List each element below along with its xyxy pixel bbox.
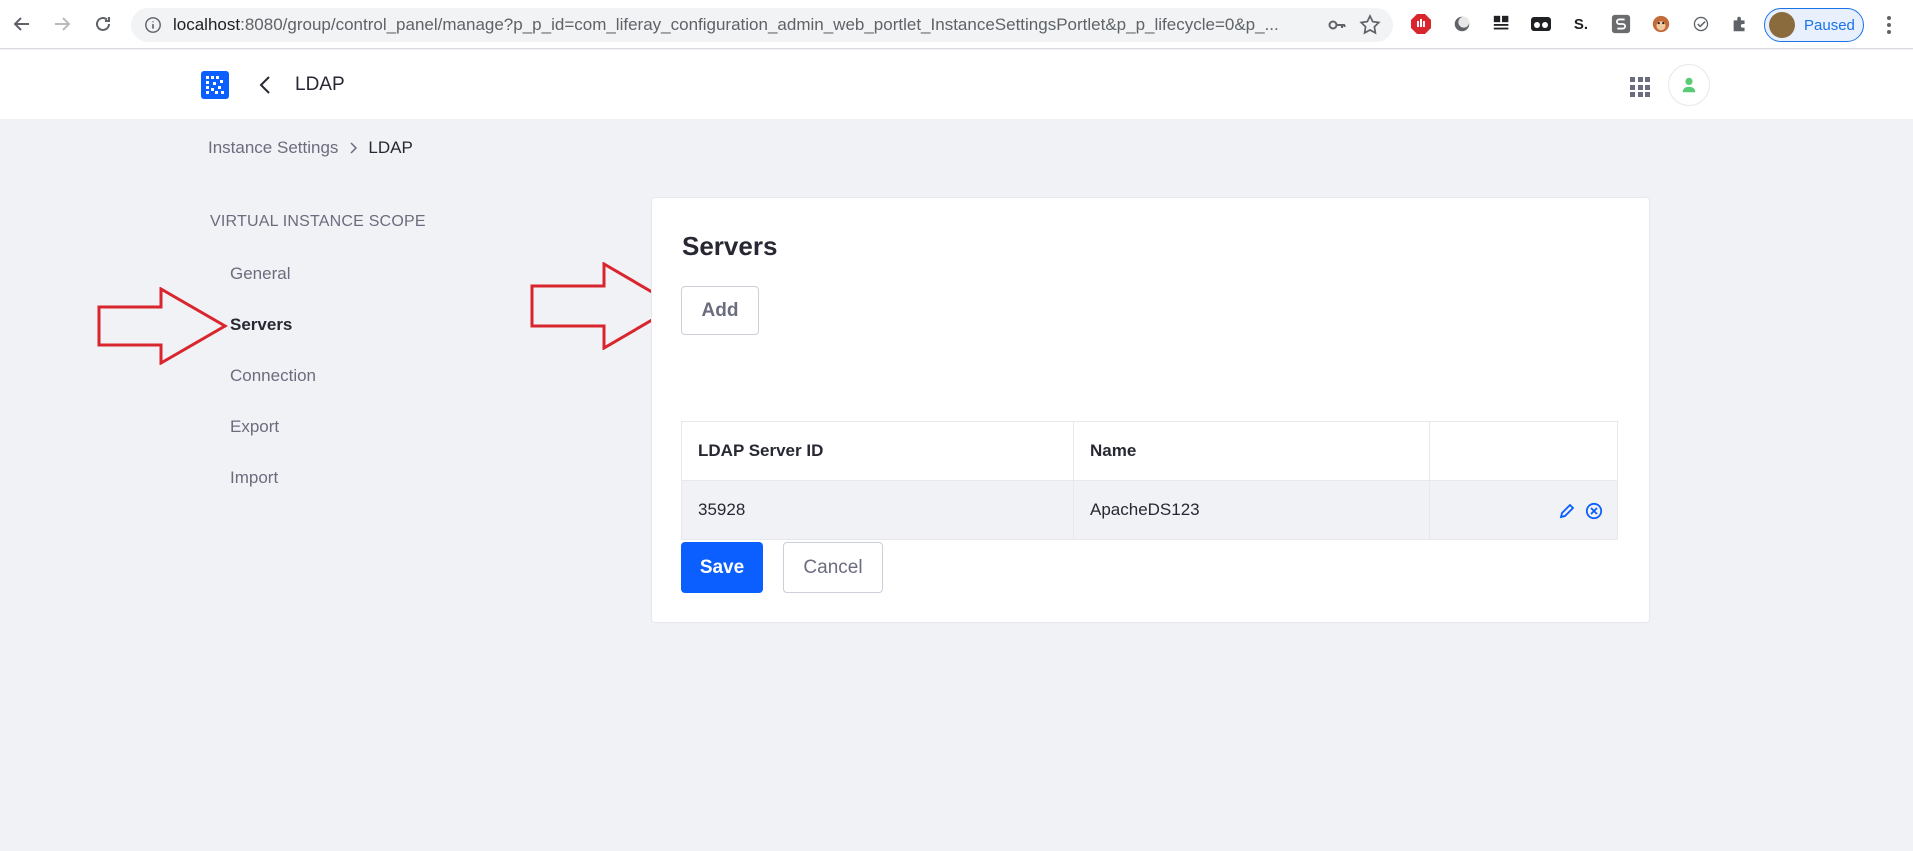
s-extension-icon[interactable]: S. xyxy=(1570,13,1592,35)
browser-menu-icon[interactable] xyxy=(1879,14,1899,36)
address-bar[interactable]: localhost:8080/group/control_panel/manag… xyxy=(131,8,1393,42)
browser-toolbar: localhost:8080/group/control_panel/manag… xyxy=(0,0,1913,49)
save-button[interactable]: Save xyxy=(681,542,763,593)
url-text[interactable]: localhost:8080/group/control_panel/manag… xyxy=(173,15,1303,35)
breadcrumb-link-instance-settings[interactable]: Instance Settings xyxy=(208,138,338,158)
breadcrumb: Instance Settings LDAP xyxy=(208,138,413,158)
circle-extension-icon[interactable] xyxy=(1451,13,1473,35)
liferay-logo-icon[interactable] xyxy=(201,71,229,99)
profile-status: Paused xyxy=(1804,16,1855,34)
back-arrow-icon[interactable] xyxy=(9,11,35,37)
table-row: 35928 ApacheDS123 xyxy=(681,480,1618,540)
avatar xyxy=(1769,12,1795,38)
cell-server-id: 35928 xyxy=(681,480,1074,540)
s-box-extension-icon[interactable] xyxy=(1610,13,1632,35)
app-header: LDAP xyxy=(0,50,1913,119)
info-icon[interactable] xyxy=(143,15,163,35)
sidebar-item-import[interactable]: Import xyxy=(230,468,278,488)
key-icon[interactable] xyxy=(1327,15,1347,35)
grid-extension-icon[interactable] xyxy=(1491,13,1513,35)
profile-button[interactable]: Paused xyxy=(1764,8,1864,42)
breadcrumb-current: LDAP xyxy=(368,138,413,157)
column-header-name: Name xyxy=(1073,421,1430,481)
sidebar-item-general[interactable]: General xyxy=(230,264,290,284)
table-header-row: LDAP Server ID Name xyxy=(681,421,1618,481)
cell-name: ApacheDS123 xyxy=(1073,480,1430,540)
sidebar-item-servers[interactable]: Servers xyxy=(230,315,292,335)
column-header-actions xyxy=(1429,421,1618,481)
times-circle-icon[interactable] xyxy=(1585,502,1603,520)
annotation-arrow-servers xyxy=(97,287,228,365)
sidebar-item-connection[interactable]: Connection xyxy=(230,366,316,386)
star-icon[interactable] xyxy=(1359,14,1381,36)
glasses-extension-icon[interactable] xyxy=(1530,13,1552,35)
servers-card: Servers Add LDAP Server ID Name 35928 Ap… xyxy=(651,197,1650,623)
column-header-server-id: LDAP Server ID xyxy=(681,421,1074,481)
cancel-button[interactable]: Cancel xyxy=(783,542,883,593)
servers-title: Servers xyxy=(682,231,778,261)
apps-grid-icon[interactable] xyxy=(1630,77,1650,97)
pencil-icon[interactable] xyxy=(1558,502,1576,520)
chevron-left-icon[interactable] xyxy=(254,73,276,97)
user-icon[interactable] xyxy=(1668,64,1710,106)
add-button[interactable]: Add xyxy=(681,286,759,335)
puzzle-icon[interactable] xyxy=(1729,13,1751,35)
sidebar-item-export[interactable]: Export xyxy=(230,417,279,437)
servers-table: LDAP Server ID Name 35928 ApacheDS123 xyxy=(681,421,1618,540)
scope-label: VIRTUAL INSTANCE SCOPE xyxy=(210,213,426,230)
forward-arrow-icon[interactable] xyxy=(49,11,75,37)
chevron-right-icon xyxy=(350,142,358,154)
cell-actions xyxy=(1429,480,1618,540)
adblock-extension-icon[interactable] xyxy=(1410,13,1432,35)
monkey-extension-icon[interactable] xyxy=(1650,13,1672,35)
check-extension-icon[interactable] xyxy=(1690,13,1712,35)
page-title: LDAP xyxy=(295,74,345,95)
reload-icon[interactable] xyxy=(90,11,116,37)
